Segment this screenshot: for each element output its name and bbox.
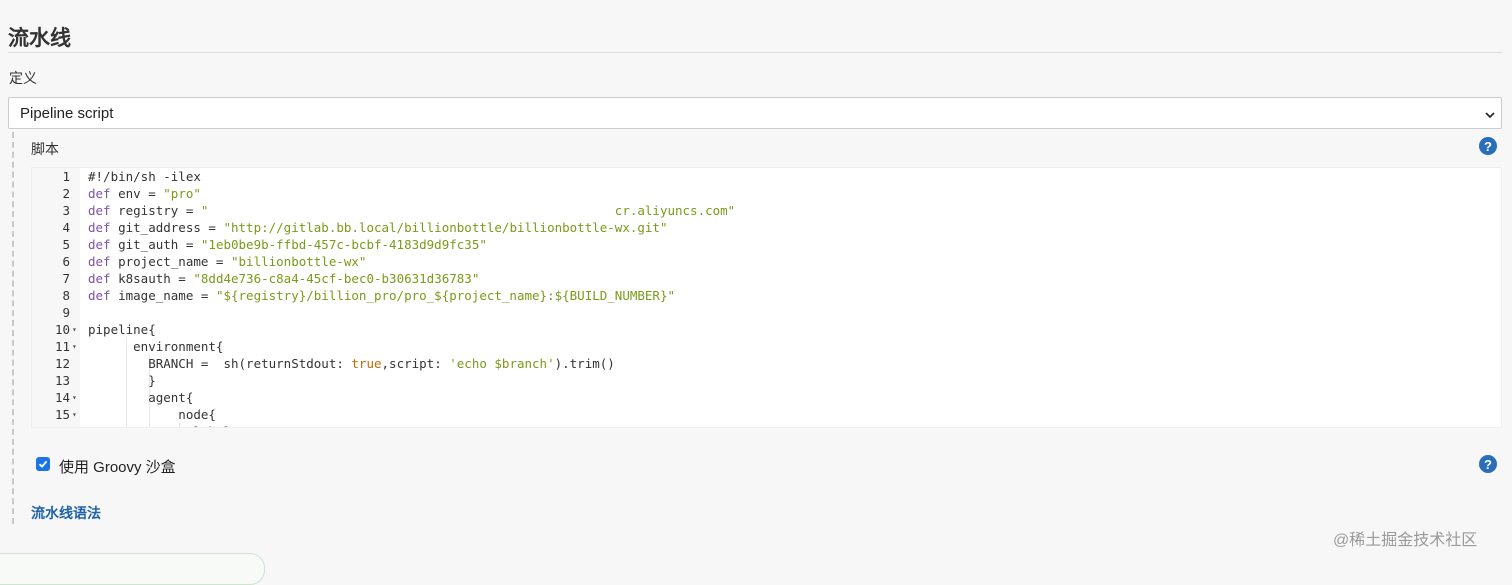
code-line: 3 def registry = " cr.aliyuncs.com" [32, 202, 1501, 219]
code-line: 6 def project_name = "billionbottle-wx" [32, 253, 1501, 270]
line-number: 14 [54, 390, 70, 405]
code-line: 9 [32, 304, 1501, 321]
code-text: def git_address = "http://gitlab.bb.loca… [88, 220, 668, 235]
script-label: 脚本 [31, 141, 59, 157]
code-text: def git_auth = "1eb0be9b-ffbd-457c-bcbf-… [88, 237, 487, 252]
fold-arrow-icon[interactable]: ▾ [72, 406, 80, 423]
code-line: 5 def git_auth = "1eb0be9b-ffbd-457c-bcbf… [32, 236, 1501, 253]
line-number: 7 [62, 271, 70, 286]
code-text: def registry = " cr.aliyuncs.com" [88, 203, 736, 218]
checkbox-checked-icon [38, 460, 48, 468]
code-line: 15 ▾ node{ [32, 406, 1501, 423]
code-line: 14 ▾ agent{ [32, 389, 1501, 406]
code-line: 10 ▾ pipeline{ [32, 321, 1501, 338]
help-icon[interactable]: ? [1479, 455, 1497, 473]
bottom-pill [0, 553, 265, 585]
code-text: } [88, 373, 156, 388]
line-number: 9 [62, 305, 70, 320]
section-divider [8, 52, 1502, 53]
code-line: 12 BRANCH = sh(returnStdout: true,script… [32, 355, 1501, 372]
line-number: 6 [62, 254, 70, 269]
definition-label: 定义 [9, 70, 37, 86]
groovy-sandbox-checkbox[interactable] [36, 457, 50, 471]
line-number: 5 [62, 237, 70, 252]
code-text: label 'master' [88, 423, 298, 427]
line-number: 16 [32, 423, 70, 427]
line-number: 2 [62, 186, 70, 201]
dashed-section-line [12, 132, 14, 524]
code-line: 1 #!/bin/sh -ilex [32, 168, 1501, 185]
code-text: #!/bin/sh -ilex [88, 169, 201, 184]
code-text: agent{ [88, 390, 194, 405]
code-text: def k8sauth = "8dd4e736-c8a4-45cf-bec0-b… [88, 271, 480, 286]
code-line: 16 label 'master' [32, 423, 1501, 427]
fold-arrow-icon[interactable]: ▾ [72, 321, 80, 338]
fold-arrow-icon[interactable]: ▾ [72, 389, 80, 406]
pipeline-syntax-link[interactable]: 流水线语法 [31, 503, 101, 523]
line-number: 15 [54, 407, 70, 422]
help-icon[interactable]: ? [1479, 137, 1497, 155]
fold-arrow-icon[interactable]: ▾ [72, 338, 80, 355]
code-text: def project_name = "billionbottle-wx" [88, 254, 367, 269]
code-text: def image_name = "${registry}/billion_pr… [88, 288, 676, 303]
code-text: environment{ [88, 339, 224, 354]
code-text: def env = "pro" [88, 186, 201, 201]
section-title: 流水线 [8, 27, 71, 50]
code-text: node{ [88, 407, 216, 422]
code-line: 11 ▾ environment{ [32, 338, 1501, 355]
code-text: BRANCH = sh(returnStdout: true,script: '… [88, 356, 615, 371]
code-line: 7 def k8sauth = "8dd4e736-c8a4-45cf-bec0-… [32, 270, 1501, 287]
line-number: 4 [62, 220, 70, 235]
line-number: 10 [54, 322, 70, 337]
definition-select[interactable]: Pipeline script [8, 97, 1502, 129]
line-number: 13 [54, 373, 70, 388]
line-number: 11 [54, 339, 70, 354]
groovy-sandbox-label[interactable]: 使用 Groovy 沙盒 [59, 456, 176, 477]
line-number: 12 [54, 356, 70, 371]
line-number: 1 [62, 169, 70, 184]
chevron-down-icon [1485, 107, 1495, 119]
code-line: 8 def image_name = "${registry}/billion_p… [32, 287, 1501, 304]
code-line: 13 } [32, 372, 1501, 389]
watermark: @稀土掘金技术社区 [1333, 532, 1478, 549]
line-number: 8 [62, 288, 70, 303]
line-number: 3 [62, 203, 70, 218]
definition-selected-value: Pipeline script [20, 104, 114, 122]
code-line: 2 def env = "pro" [32, 185, 1501, 202]
code-text: pipeline{ [88, 322, 156, 337]
code-line: 4 def git_address = "http://gitlab.bb.loc… [32, 219, 1501, 236]
script-editor[interactable]: 1 #!/bin/sh -ilex 2 def env = "pro" 3 def reg… [31, 167, 1502, 428]
